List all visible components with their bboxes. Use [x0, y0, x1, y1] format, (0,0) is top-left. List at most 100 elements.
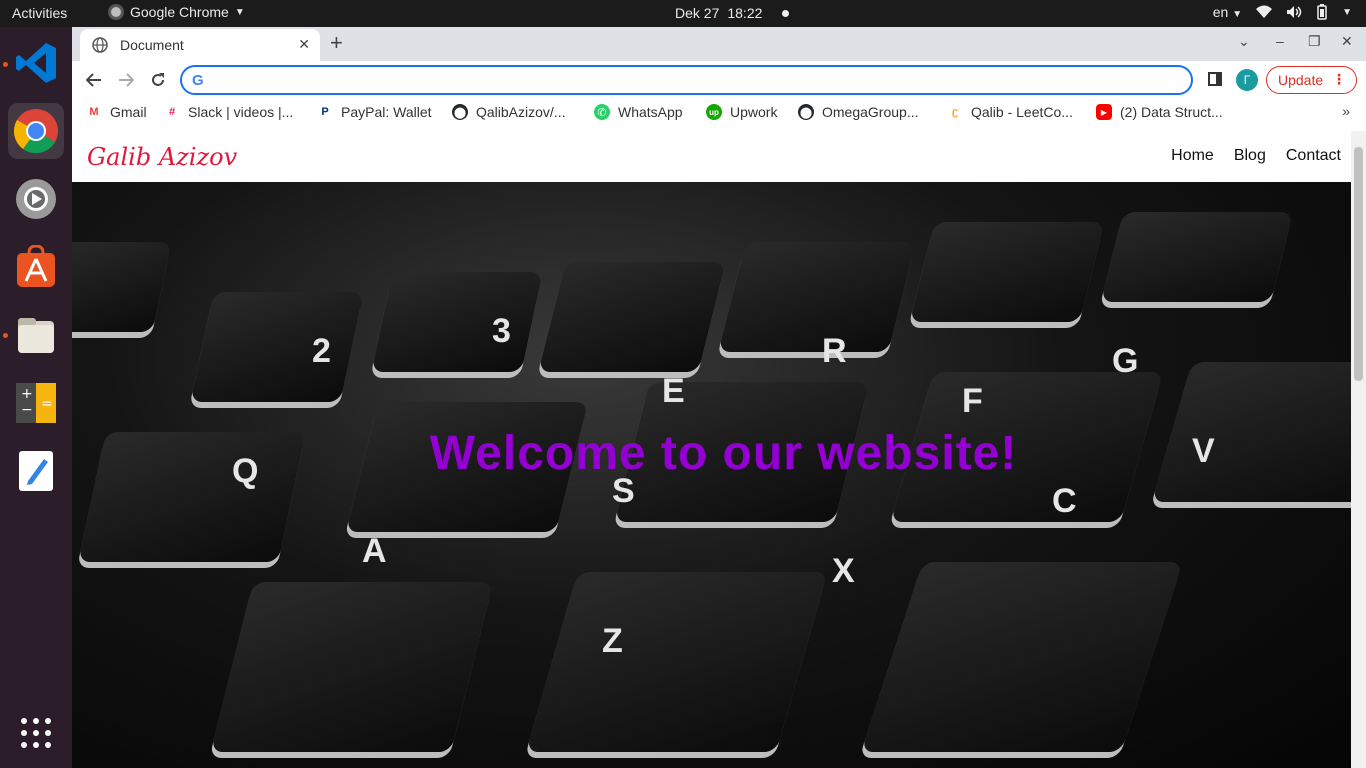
key-letter-x-icon: X — [832, 552, 855, 590]
arrow-left-icon — [86, 73, 101, 87]
bookmark-slack[interactable]: # Slack | videos |... — [164, 104, 293, 120]
tab-document[interactable]: Document ✕ — [80, 29, 320, 61]
address-bar[interactable]: G — [180, 65, 1193, 95]
svg-text:−: − — [21, 402, 33, 418]
forward-button[interactable] — [116, 70, 136, 90]
nav-contact[interactable]: Contact — [1286, 147, 1341, 165]
app-grid-icon[interactable] — [8, 705, 64, 761]
reload-icon — [152, 73, 164, 86]
github-icon: ⬤ — [798, 104, 814, 120]
key-letter-a-icon: A — [362, 532, 387, 570]
software-store-icon[interactable] — [8, 239, 64, 295]
tab-title: Document — [120, 37, 184, 53]
keyboard-key — [718, 242, 916, 352]
scrollbar-thumb[interactable] — [1354, 147, 1363, 381]
arrow-right-icon — [119, 73, 134, 87]
keyboard-key — [861, 562, 1183, 752]
side-panel-icon[interactable] — [1208, 72, 1222, 86]
youtube-icon: ▶ — [1096, 104, 1112, 120]
update-button[interactable]: Update ⋮ — [1266, 66, 1357, 94]
language-indicator[interactable]: en ▼ — [1213, 4, 1242, 20]
hero-headline-text: Welcome to our website! — [429, 427, 1018, 480]
bookmark-label: Slack | videos |... — [188, 104, 294, 120]
bookmark-github-omega[interactable]: ⬤ OmegaGroup... — [798, 104, 919, 120]
bookmark-whatsapp[interactable]: ✆ WhatsApp — [594, 104, 683, 120]
notification-dot-icon — [782, 9, 790, 17]
dock: + − = — [0, 27, 72, 768]
page-scrollbar[interactable] — [1351, 131, 1366, 768]
site-brand[interactable]: Galib Azizov — [87, 143, 237, 171]
hero-headline: Welcome to our website! — [72, 426, 1351, 481]
browser-toolbar: G Γ Update ⋮ — [72, 61, 1366, 99]
calculator-icon[interactable]: + − = — [8, 375, 64, 431]
system-tray[interactable]: en ▼ ▼ — [1213, 4, 1352, 20]
more-menu-icon: ⋮ — [1332, 71, 1346, 87]
key-letter-c-icon: C — [1052, 482, 1077, 520]
chrome-window: Document ✕ + ⌄ – ❐ ✕ G Γ Update ⋮ M Gmai… — [72, 27, 1366, 768]
back-button[interactable] — [84, 70, 104, 90]
site-nav-links: Home Blog Contact — [1171, 147, 1341, 165]
whatsapp-icon: ✆ — [594, 104, 610, 120]
clock-time: 18:22 — [727, 5, 763, 21]
vscode-icon[interactable] — [8, 35, 64, 91]
text-editor-icon[interactable] — [8, 443, 64, 499]
bookmark-gmail[interactable]: M Gmail — [86, 104, 146, 120]
keyboard-key — [371, 272, 543, 372]
keyboard-key — [909, 222, 1105, 322]
paypal-icon: P — [321, 106, 329, 118]
bookmark-youtube[interactable]: ▶ (2) Data Struct... — [1096, 104, 1223, 120]
bookmark-leetcode[interactable]: ʗ Qalib - LeetCo... — [947, 104, 1073, 120]
close-tab-icon[interactable]: ✕ — [298, 36, 310, 53]
clock[interactable]: Dek 27 18:22 — [675, 5, 790, 21]
bookmarks-overflow-icon[interactable]: » — [1342, 103, 1350, 119]
upwork-icon: up — [706, 104, 722, 120]
key-letter-3-icon: 3 — [492, 312, 511, 350]
key-letter-r-icon: R — [822, 332, 847, 370]
tab-search-chevron-icon[interactable]: ⌄ — [1238, 33, 1250, 50]
bookmark-github-qalib[interactable]: ⬤ QalibAzizov/... — [452, 104, 565, 120]
profile-avatar[interactable]: Γ — [1236, 69, 1258, 91]
keyboard-key — [210, 582, 494, 752]
minimize-button[interactable]: – — [1276, 33, 1284, 49]
bookmark-label: WhatsApp — [618, 104, 683, 120]
keyboard-key — [1100, 212, 1294, 302]
app-menu-label: Google Chrome — [130, 4, 229, 20]
key-letter-2-icon: 2 — [312, 332, 331, 370]
chrome-app-icon — [108, 4, 124, 20]
system-menu-chevron-icon[interactable]: ▼ — [1342, 7, 1352, 18]
github-icon: ⬤ — [452, 104, 468, 120]
bookmark-label: QalibAzizov/... — [476, 104, 566, 120]
site-navbar: Galib Azizov Home Blog Contact — [72, 131, 1351, 182]
bookmark-upwork[interactable]: up Upwork — [706, 104, 777, 120]
key-letter-g-icon: G — [1112, 342, 1139, 380]
address-input[interactable] — [211, 72, 1191, 88]
keyboard-key — [538, 262, 726, 372]
svg-text:+: + — [21, 386, 33, 402]
activities-button[interactable]: Activities — [12, 5, 67, 21]
keyboard-key — [72, 242, 172, 332]
chrome-icon[interactable] — [8, 103, 64, 159]
nav-home[interactable]: Home — [1171, 147, 1214, 165]
key-letter-z-icon: Z — [602, 622, 623, 660]
battery-icon — [1317, 4, 1327, 20]
system-top-bar: Activities Google Chrome ▼ Dek 27 18:22 … — [0, 0, 1366, 27]
app-menu[interactable]: Google Chrome ▼ — [108, 4, 245, 20]
update-label: Update — [1278, 72, 1324, 88]
files-icon[interactable] — [8, 307, 64, 363]
keyboard-key — [190, 292, 364, 402]
wifi-icon — [1256, 5, 1273, 18]
key-letter-e-icon: E — [662, 372, 685, 410]
bookmark-paypal[interactable]: P PayPal: Wallet — [317, 104, 432, 120]
settings-icon[interactable] — [8, 171, 64, 227]
hero-keyboard-image: 2 3 E R F G Q S C V A X Z Welcome to our… — [72, 182, 1351, 768]
reload-button[interactable] — [148, 70, 168, 90]
restore-button[interactable]: ❐ — [1308, 33, 1321, 50]
nav-blog[interactable]: Blog — [1234, 147, 1266, 165]
key-letter-f-icon: F — [962, 382, 983, 420]
close-window-button[interactable]: ✕ — [1341, 33, 1353, 50]
gmail-icon: M — [89, 106, 99, 118]
new-tab-button[interactable]: + — [330, 32, 343, 54]
language-label: en — [1212, 4, 1229, 20]
bookmark-label: OmegaGroup... — [822, 104, 919, 120]
bookmark-label: PayPal: Wallet — [341, 104, 432, 120]
